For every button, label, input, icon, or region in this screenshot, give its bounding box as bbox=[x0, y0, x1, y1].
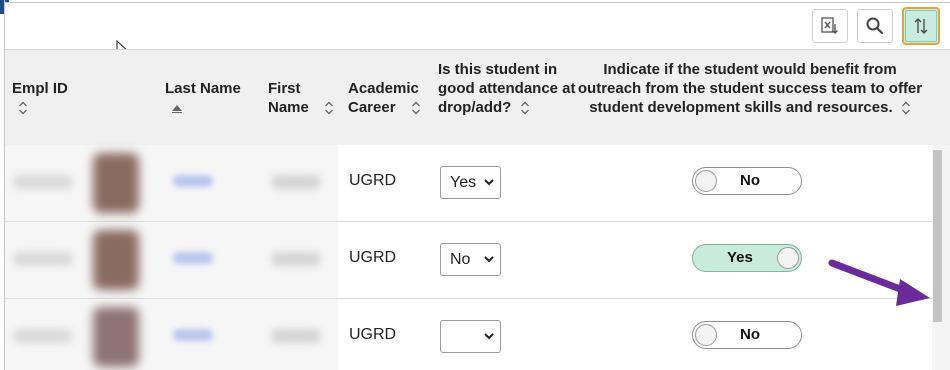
column-label: Is this student in good attendance at dr… bbox=[438, 61, 576, 116]
column-header-first-name[interactable]: First Name bbox=[268, 79, 338, 117]
chevron-down-icon bbox=[484, 179, 494, 186]
column-label: Last Name bbox=[165, 80, 241, 97]
redacted-first-name bbox=[271, 252, 321, 266]
table-row: UGRD Yes No bbox=[5, 145, 933, 222]
excel-export-icon bbox=[821, 17, 838, 34]
student-photo bbox=[93, 230, 139, 290]
sort-both-icon bbox=[412, 101, 420, 115]
column-header-attendance[interactable]: Is this student in good attendance at dr… bbox=[438, 60, 578, 117]
redacted-student-info bbox=[5, 145, 338, 221]
redacted-last-name-link[interactable] bbox=[173, 175, 213, 187]
excel-export-button[interactable] bbox=[812, 9, 848, 43]
attendance-selected-value: Yes bbox=[450, 173, 477, 191]
redacted-last-name-link[interactable] bbox=[173, 252, 213, 264]
outreach-toggle[interactable]: Yes bbox=[692, 244, 802, 272]
outreach-toggle[interactable]: No bbox=[692, 167, 802, 195]
toggle-label: No bbox=[740, 326, 760, 343]
attendance-select[interactable] bbox=[440, 320, 501, 353]
redacted-empl-id bbox=[13, 252, 73, 266]
sort-button[interactable] bbox=[902, 7, 940, 45]
sort-icon bbox=[914, 18, 928, 34]
chevron-down-icon bbox=[484, 333, 494, 340]
student-photo bbox=[93, 307, 139, 367]
redacted-empl-id bbox=[13, 175, 73, 189]
outreach-toggle[interactable]: No bbox=[692, 321, 802, 349]
sort-both-icon bbox=[520, 101, 529, 115]
redacted-last-name-link[interactable] bbox=[173, 329, 213, 341]
table-row: UGRD No bbox=[5, 299, 933, 370]
toggle-knob bbox=[777, 247, 799, 269]
grid-toolbar bbox=[5, 3, 950, 49]
toggle-label: No bbox=[740, 172, 760, 189]
column-label: Empl ID bbox=[12, 80, 68, 97]
scrollbar-thumb[interactable] bbox=[933, 150, 942, 322]
sort-ascending-icon bbox=[172, 105, 182, 114]
academic-career-value: UGRD bbox=[349, 172, 397, 189]
toggle-knob bbox=[695, 324, 717, 346]
column-label: Indicate if the student would benefit fr… bbox=[577, 61, 923, 116]
column-header-academic-career[interactable]: Academic Career bbox=[348, 79, 430, 117]
column-header-empl-id[interactable]: Empl ID bbox=[12, 79, 68, 117]
attendance-selected-value: No bbox=[450, 250, 471, 268]
attendance-select[interactable]: No bbox=[440, 243, 501, 276]
chevron-down-icon bbox=[484, 256, 494, 263]
search-button[interactable] bbox=[857, 9, 893, 43]
table-header: Empl ID Last Name First Name Academic Ca… bbox=[5, 49, 950, 146]
toggle-label: Yes bbox=[727, 249, 753, 266]
column-header-outreach[interactable]: Indicate if the student would benefit fr… bbox=[575, 60, 925, 117]
redacted-student-info bbox=[5, 222, 338, 298]
student-photo bbox=[93, 153, 139, 213]
redacted-first-name bbox=[271, 175, 321, 189]
sort-both-icon bbox=[19, 101, 27, 115]
attendance-select[interactable]: Yes bbox=[440, 166, 501, 199]
sort-both-icon bbox=[325, 101, 333, 115]
academic-career-value: UGRD bbox=[349, 326, 397, 343]
table-row: UGRD No Yes bbox=[5, 222, 933, 299]
sort-both-icon bbox=[901, 101, 910, 115]
redacted-student-info bbox=[5, 299, 338, 370]
redacted-first-name bbox=[271, 329, 321, 343]
search-icon bbox=[866, 17, 884, 35]
column-header-last-name[interactable]: Last Name bbox=[165, 79, 241, 117]
toggle-knob bbox=[695, 170, 717, 192]
academic-career-value: UGRD bbox=[349, 249, 397, 266]
redacted-empl-id bbox=[13, 329, 73, 343]
